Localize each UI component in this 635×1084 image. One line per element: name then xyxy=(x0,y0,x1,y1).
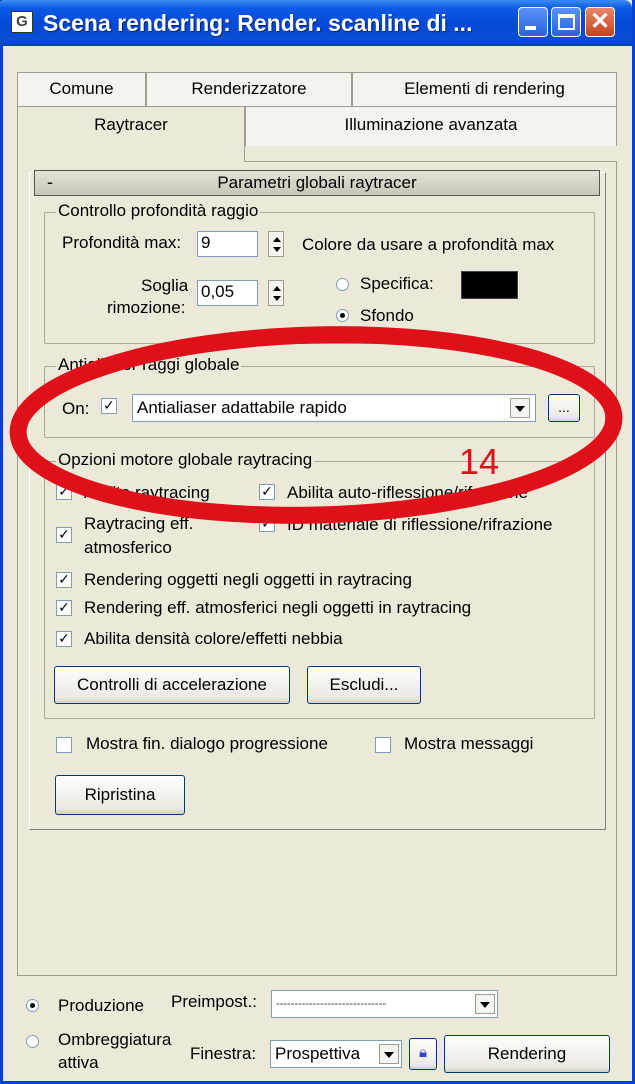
viewport-value: Prospettiva xyxy=(275,1044,361,1063)
max-depth-spinner[interactable] xyxy=(268,231,284,257)
maximize-button[interactable] xyxy=(551,7,581,37)
enable-raytracing-label: Abilita raytracing xyxy=(84,483,210,502)
antialias-selected: Antialiaser adattabile rapido xyxy=(137,398,347,417)
show-progress-label: Mostra fin. dialogo progressione xyxy=(86,734,328,753)
spinner-up-icon xyxy=(273,237,281,242)
render-objects-label: Rendering oggetti negli oggetti in raytr… xyxy=(84,570,412,589)
preset-label: Preimpost.: xyxy=(171,992,257,1011)
show-progress-checkbox[interactable] xyxy=(56,737,72,753)
max-depth-input[interactable]: 9 xyxy=(197,231,258,257)
rendering-button[interactable]: Rendering xyxy=(444,1035,610,1073)
render-atmospheric-label: Rendering eff. atmosferici negli oggetti… xyxy=(84,598,472,617)
minimize-icon xyxy=(525,26,536,30)
antialias-on-label: On: xyxy=(62,399,90,418)
activeshade-radio[interactable] xyxy=(26,1035,39,1048)
antialias-on-checkbox[interactable]: ✓ xyxy=(101,398,117,414)
tab-elementi-di-rendering[interactable]: Elementi di rendering xyxy=(352,72,617,106)
production-radio[interactable] xyxy=(26,999,39,1012)
atmospheric-raytracing-checkbox[interactable]: ✓ xyxy=(56,527,72,543)
rollout-title: Parametri globali raytracer xyxy=(217,173,417,192)
threshold-input[interactable]: 0,05 xyxy=(197,280,258,306)
antialias-combo[interactable]: Antialiaser adattabile rapido xyxy=(132,394,536,422)
max-depth-color-label: Colore da usare a profondità max xyxy=(302,235,555,254)
reset-button[interactable]: Ripristina xyxy=(55,775,185,815)
threshold-label-line1: Soglia xyxy=(141,276,189,295)
antialias-browse-button[interactable]: ... xyxy=(548,394,580,422)
maximize-icon xyxy=(558,14,575,30)
viewport-label: Finestra: xyxy=(190,1044,257,1063)
tab-raytracer[interactable]: Raytracer xyxy=(17,106,245,162)
window-title: Scena rendering: Render. scanline di ... xyxy=(43,10,473,36)
specify-radio[interactable] xyxy=(336,278,349,291)
specify-label: Specifica: xyxy=(360,274,434,293)
production-label: Produzione xyxy=(58,996,145,1015)
activeshade-label-line2: attiva xyxy=(58,1053,99,1072)
lock-button[interactable]: 🔒︎ xyxy=(409,1038,437,1070)
activeshade-label-line1: Ombreggiatura xyxy=(58,1030,172,1049)
close-button[interactable]: ✕ xyxy=(585,7,615,37)
threshold-label-line2: rimozione: xyxy=(107,298,186,317)
color-density-checkbox[interactable]: ✓ xyxy=(56,631,72,647)
atmospheric-raytracing-label: Raytracing eff. xyxy=(84,514,194,533)
exclude-button[interactable]: Escludi... xyxy=(307,666,421,704)
tab-comune[interactable]: Comune xyxy=(17,72,146,106)
render-atmospheric-checkbox[interactable]: ✓ xyxy=(56,600,72,616)
tab-illuminazione-avanzata[interactable]: Illuminazione avanzata xyxy=(245,106,617,146)
max-depth-label: Profondità max: xyxy=(62,233,182,252)
enable-raytracing-checkbox[interactable]: ✓ xyxy=(56,484,72,500)
background-radio[interactable] xyxy=(336,309,349,322)
material-id-label: ID materiale di riflessione/rifrazione xyxy=(287,515,553,534)
show-messages-label: Mostra messaggi xyxy=(404,734,534,753)
close-icon: ✕ xyxy=(589,8,611,35)
preset-combo[interactable]: ------------------------------ xyxy=(271,990,498,1018)
preset-value: ------------------------------ xyxy=(276,998,386,1010)
color-density-label: Abilita densità colore/effetti nebbia xyxy=(84,629,343,648)
antialias-group-label: Antialiaser raggi globale xyxy=(56,355,242,375)
lock-icon: 🔒︎ xyxy=(419,1044,427,1061)
render-objects-checkbox[interactable]: ✓ xyxy=(56,572,72,588)
show-messages-checkbox[interactable] xyxy=(375,737,391,753)
engine-group-label: Opzioni motore globale raytracing xyxy=(56,450,315,470)
color-swatch[interactable] xyxy=(461,271,518,299)
depth-group-label: Controllo profondità raggio xyxy=(56,201,261,221)
title-bar[interactable]: G Scena rendering: Render. scanline di .… xyxy=(0,0,632,46)
spinner-down-icon xyxy=(273,247,281,252)
acceleration-controls-button[interactable]: Controlli di accelerazione xyxy=(54,666,290,704)
threshold-spinner[interactable] xyxy=(268,280,284,306)
spinner-up-icon xyxy=(273,286,281,291)
annotation-number: 14 xyxy=(459,441,500,482)
preset-dropdown-icon[interactable] xyxy=(475,994,495,1014)
tab-renderizzatore[interactable]: Renderizzatore xyxy=(146,72,352,106)
viewport-dropdown-icon[interactable] xyxy=(379,1044,399,1064)
app-icon: G xyxy=(11,11,33,33)
minimize-button[interactable] xyxy=(518,7,548,37)
material-id-checkbox[interactable]: ✓ xyxy=(259,516,275,532)
self-reflection-checkbox[interactable]: ✓ xyxy=(259,484,275,500)
spinner-down-icon xyxy=(273,296,281,301)
rollout-header[interactable]: - Parametri globali raytracer xyxy=(34,170,600,196)
background-label: Sfondo xyxy=(360,306,414,325)
self-reflection-label: Abilita auto-riflessione/rifrazione xyxy=(287,483,528,502)
antialias-dropdown-icon[interactable] xyxy=(510,398,530,418)
atmospheric-raytracing-label-line2: atmosferico xyxy=(84,538,172,557)
